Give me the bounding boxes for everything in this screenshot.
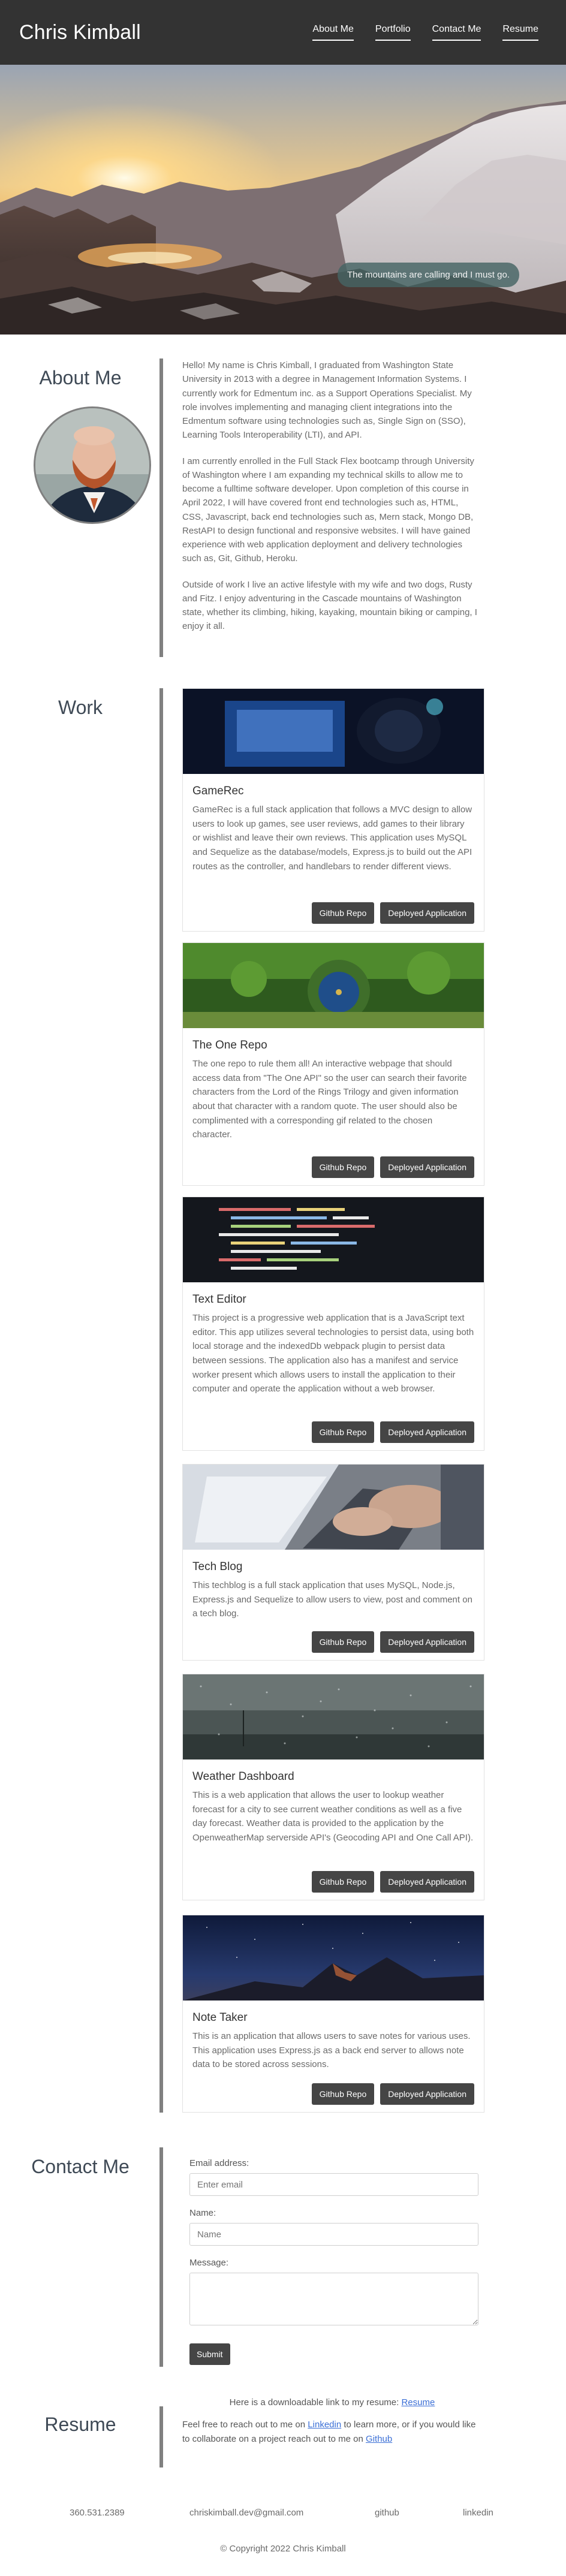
linkedin-link[interactable]: Linkedin <box>308 2420 341 2430</box>
contact-title: Contact Me <box>31 2156 130 2177</box>
about-body: Hello! My name is Chris Kimball, I gradu… <box>182 358 481 646</box>
resume-download-text: Here is a downloadable link to my resume… <box>229 2397 402 2408</box>
project-card: Weather Dashboard This is a web applicat… <box>182 1674 484 1900</box>
contact-form: Email address: Name: Message: Submit <box>189 2158 488 2365</box>
footer-phone[interactable]: 360.531.2389 <box>70 2508 125 2518</box>
note-taker-image <box>183 1915 484 2000</box>
site-brand[interactable]: Chris Kimball <box>19 21 141 44</box>
project-card: GameRec GameRec is a full stack applicat… <box>182 688 484 932</box>
project-title: GameRec <box>192 785 244 797</box>
footer-github[interactable]: github <box>375 2508 399 2518</box>
name-field[interactable] <box>189 2223 478 2246</box>
deployed-application-button[interactable]: Deployed Application <box>380 2083 474 2105</box>
main-nav: About Me Portfolio Contact Me Resume <box>291 24 538 41</box>
project-description: This project is a progressive web applic… <box>192 1313 474 1394</box>
github-repo-button[interactable]: Github Repo <box>311 1156 375 1178</box>
deployed-application-button[interactable]: Deployed Application <box>380 1631 474 1653</box>
resume-reach-text-1: Feel free to reach out to me on <box>182 2420 308 2430</box>
tech-blog-image <box>183 1465 484 1550</box>
footer-linkedin[interactable]: linkedin <box>463 2508 493 2518</box>
message-field[interactable] <box>189 2273 478 2325</box>
the-one-repo-image <box>183 943 484 1028</box>
project-title: Tech Blog <box>192 1560 243 1573</box>
resume-divider <box>159 2406 163 2467</box>
github-repo-button[interactable]: Github Repo <box>311 1871 375 1893</box>
nav-portfolio[interactable]: Portfolio <box>375 24 411 41</box>
hero-caption: The mountains are calling and I must go. <box>338 263 519 287</box>
contact-divider <box>159 2147 163 2367</box>
avatar <box>34 406 151 524</box>
resume-section: Resume Here is a downloadable link to my… <box>0 2396 566 2467</box>
footer-email[interactable]: chriskimball.dev@gmail.com <box>189 2508 303 2518</box>
deployed-application-button[interactable]: Deployed Application <box>380 1421 474 1443</box>
project-description: The one repo to rule them all! An intera… <box>192 1059 467 1140</box>
project-title: The One Repo <box>192 1039 267 1052</box>
nav-about-me[interactable]: About Me <box>312 24 354 41</box>
email-field[interactable] <box>189 2173 478 2196</box>
about-title: About Me <box>39 367 122 388</box>
about-paragraph-1: Hello! My name is Chris Kimball, I gradu… <box>182 360 472 441</box>
copyright: © Copyright 2022 Chris Kimball <box>220 2544 346 2554</box>
contact-section: Contact Me Email address: Name: Message:… <box>0 2147 566 2369</box>
footer-contact-row: 360.531.2389 chriskimball.dev@gmail.com … <box>0 2508 566 2526</box>
resume-reach-line: Feel free to reach out to me on Linkedin… <box>182 2418 482 2446</box>
nav-contact-me[interactable]: Contact Me <box>432 24 481 41</box>
mountain-sunset-image <box>0 65 566 335</box>
about-section: About Me Hello! My name is Chris Kimball… <box>0 358 566 658</box>
name-label: Name: <box>189 2208 216 2218</box>
resume-link[interactable]: Resume <box>401 2397 435 2408</box>
project-title: Weather Dashboard <box>192 1770 294 1783</box>
profile-photo <box>35 408 149 522</box>
work-divider <box>159 688 163 2113</box>
resume-body: Here is a downloadable link to my resume… <box>182 2396 482 2458</box>
weather-dashboard-image <box>183 1674 484 1759</box>
message-label: Message: <box>189 2258 229 2268</box>
project-card: Text Editor This project is a progressiv… <box>182 1197 484 1451</box>
email-label: Email address: <box>189 2158 249 2168</box>
project-description: GameRec is a full stack application that… <box>192 805 472 872</box>
github-link[interactable]: Github <box>366 2434 392 2444</box>
project-description: This is an application that allows users… <box>192 2031 471 2070</box>
about-divider <box>159 358 163 657</box>
resume-download-line: Here is a downloadable link to my resume… <box>182 2396 482 2409</box>
site-header: Chris Kimball About Me Portfolio Contact… <box>0 0 566 65</box>
project-card: Tech Blog This techblog is a full stack … <box>182 1464 484 1661</box>
github-repo-button[interactable]: Github Repo <box>311 902 375 924</box>
project-card: Note Taker This is an application that a… <box>182 1915 484 2113</box>
nav-resume[interactable]: Resume <box>502 24 538 41</box>
about-paragraph-3: Outside of work I live an active lifesty… <box>182 579 477 632</box>
github-repo-button[interactable]: Github Repo <box>311 2083 375 2105</box>
project-description: This techblog is a full stack applicatio… <box>192 1580 472 1619</box>
project-title: Text Editor <box>192 1293 246 1306</box>
submit-button[interactable]: Submit <box>189 2343 230 2365</box>
gamerec-image <box>183 689 484 774</box>
deployed-application-button[interactable]: Deployed Application <box>380 902 474 924</box>
deployed-application-button[interactable]: Deployed Application <box>380 1871 474 1893</box>
hero-banner: The mountains are calling and I must go. <box>0 65 566 335</box>
project-card: The One Repo The one repo to rule them a… <box>182 942 484 1186</box>
deployed-application-button[interactable]: Deployed Application <box>380 1156 474 1178</box>
project-title: Note Taker <box>192 2011 248 2024</box>
resume-title: Resume <box>44 2414 116 2435</box>
github-repo-button[interactable]: Github Repo <box>311 1421 375 1443</box>
about-paragraph-2: I am currently enrolled in the Full Stac… <box>182 456 474 564</box>
work-title: Work <box>58 697 103 718</box>
github-repo-button[interactable]: Github Repo <box>311 1631 375 1653</box>
text-editor-image <box>183 1197 484 1282</box>
project-description: This is a web application that allows th… <box>192 1790 474 1843</box>
